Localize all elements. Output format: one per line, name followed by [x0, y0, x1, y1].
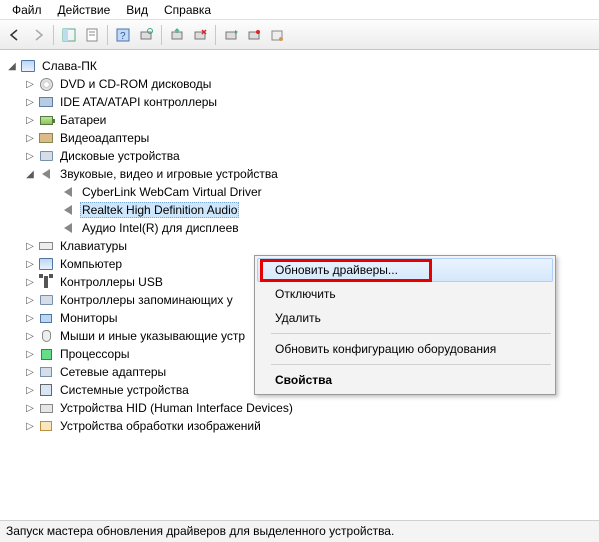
expand-icon[interactable]: ▷ — [24, 114, 36, 126]
category-hid[interactable]: ▷ Устройства HID (Human Interface Device… — [2, 399, 597, 417]
forward-button[interactable] — [27, 24, 49, 46]
category-dvd[interactable]: ▷ DVD и CD-ROM дисководы — [2, 75, 597, 93]
collapse-icon[interactable]: ◢ — [6, 60, 18, 72]
disable-button[interactable] — [220, 24, 242, 46]
speaker-icon — [60, 184, 76, 200]
tree-panel: ◢ Слава-ПК ▷ DVD и CD-ROM дисководы ▷ ID… — [0, 50, 599, 520]
hid-icon — [38, 400, 54, 416]
keyboard-icon — [38, 238, 54, 254]
expand-icon[interactable]: ▷ — [24, 276, 36, 288]
collapse-icon[interactable]: ◢ — [24, 168, 36, 180]
imaging-icon — [38, 418, 54, 434]
show-hide-tree-button[interactable] — [58, 24, 80, 46]
computer-icon — [38, 256, 54, 272]
menu-help[interactable]: Справка — [156, 2, 219, 17]
ctx-scan-hardware[interactable]: Обновить конфигурацию оборудования — [257, 337, 553, 361]
device-cyberlink[interactable]: CyberLink WebCam Virtual Driver — [2, 183, 597, 201]
uninstall-button[interactable] — [189, 24, 211, 46]
device-intel-audio[interactable]: Аудио Intel(R) для дисплеев — [2, 219, 597, 237]
status-bar: Запуск мастера обновления драйверов для … — [0, 520, 599, 542]
category-keyboards[interactable]: ▷ Клавиатуры — [2, 237, 597, 255]
context-menu: Обновить драйверы... Отключить Удалить О… — [254, 255, 556, 395]
system-icon — [38, 382, 54, 398]
menu-action[interactable]: Действие — [50, 2, 119, 17]
action-button[interactable] — [266, 24, 288, 46]
category-ide[interactable]: ▷ IDE ATA/ATAPI контроллеры — [2, 93, 597, 111]
ide-icon — [38, 94, 54, 110]
disk-icon — [38, 148, 54, 164]
speaker-icon — [60, 202, 76, 218]
expand-icon[interactable]: ▷ — [24, 348, 36, 360]
root-label: Слава-ПК — [40, 58, 99, 74]
category-video[interactable]: ▷ Видеоадаптеры — [2, 129, 597, 147]
ctx-disable[interactable]: Отключить — [257, 282, 553, 306]
category-disk[interactable]: ▷ Дисковые устройства — [2, 147, 597, 165]
expand-icon[interactable]: ▷ — [24, 330, 36, 342]
expand-icon[interactable]: ▷ — [24, 294, 36, 306]
svg-text:?: ? — [120, 31, 126, 42]
expand-icon[interactable]: ▷ — [24, 258, 36, 270]
properties-button[interactable] — [81, 24, 103, 46]
menu-file[interactable]: Файл — [4, 2, 50, 17]
separator — [271, 333, 551, 334]
monitor-icon — [38, 310, 54, 326]
help-button[interactable]: ? — [112, 24, 134, 46]
cpu-icon — [38, 346, 54, 362]
ctx-uninstall[interactable]: Удалить — [257, 306, 553, 330]
expand-icon[interactable]: ▷ — [24, 420, 36, 432]
speaker-icon — [60, 220, 76, 236]
video-adapter-icon — [38, 130, 54, 146]
usb-icon — [38, 274, 54, 290]
expand-icon[interactable]: ▷ — [24, 312, 36, 324]
menu-view[interactable]: Вид — [118, 2, 156, 17]
ctx-update-drivers[interactable]: Обновить драйверы... — [257, 258, 553, 282]
disc-icon — [38, 76, 54, 92]
expand-icon[interactable]: ▷ — [24, 132, 36, 144]
back-button[interactable] — [4, 24, 26, 46]
expand-icon[interactable]: ▷ — [24, 78, 36, 90]
expand-icon[interactable]: ▷ — [24, 240, 36, 252]
separator — [271, 364, 551, 365]
mouse-icon — [38, 328, 54, 344]
storage-icon — [38, 292, 54, 308]
selected-device-label: Realtek High Definition Audio — [80, 202, 239, 218]
category-batteries[interactable]: ▷ Батареи — [2, 111, 597, 129]
menubar: Файл Действие Вид Справка — [0, 0, 599, 20]
scan-hardware-button[interactable] — [135, 24, 157, 46]
toolbar: ? — [0, 20, 599, 50]
status-text: Запуск мастера обновления драйверов для … — [6, 524, 394, 538]
device-realtek-audio[interactable]: Realtek High Definition Audio — [2, 201, 597, 219]
expand-icon[interactable]: ▷ — [24, 150, 36, 162]
ctx-properties[interactable]: Свойства — [257, 368, 553, 392]
category-imaging[interactable]: ▷ Устройства обработки изображений — [2, 417, 597, 435]
expand-icon[interactable]: ▷ — [24, 96, 36, 108]
expand-icon[interactable]: ▷ — [24, 366, 36, 378]
update-driver-button[interactable] — [166, 24, 188, 46]
tree-root[interactable]: ◢ Слава-ПК — [2, 57, 597, 75]
expand-icon[interactable]: ▷ — [24, 384, 36, 396]
computer-icon — [20, 58, 36, 74]
battery-icon — [38, 112, 54, 128]
network-icon — [38, 364, 54, 380]
expand-icon[interactable]: ▷ — [24, 402, 36, 414]
category-sound[interactable]: ◢ Звуковые, видео и игровые устройства — [2, 165, 597, 183]
speaker-icon — [38, 166, 54, 182]
enable-button[interactable] — [243, 24, 265, 46]
